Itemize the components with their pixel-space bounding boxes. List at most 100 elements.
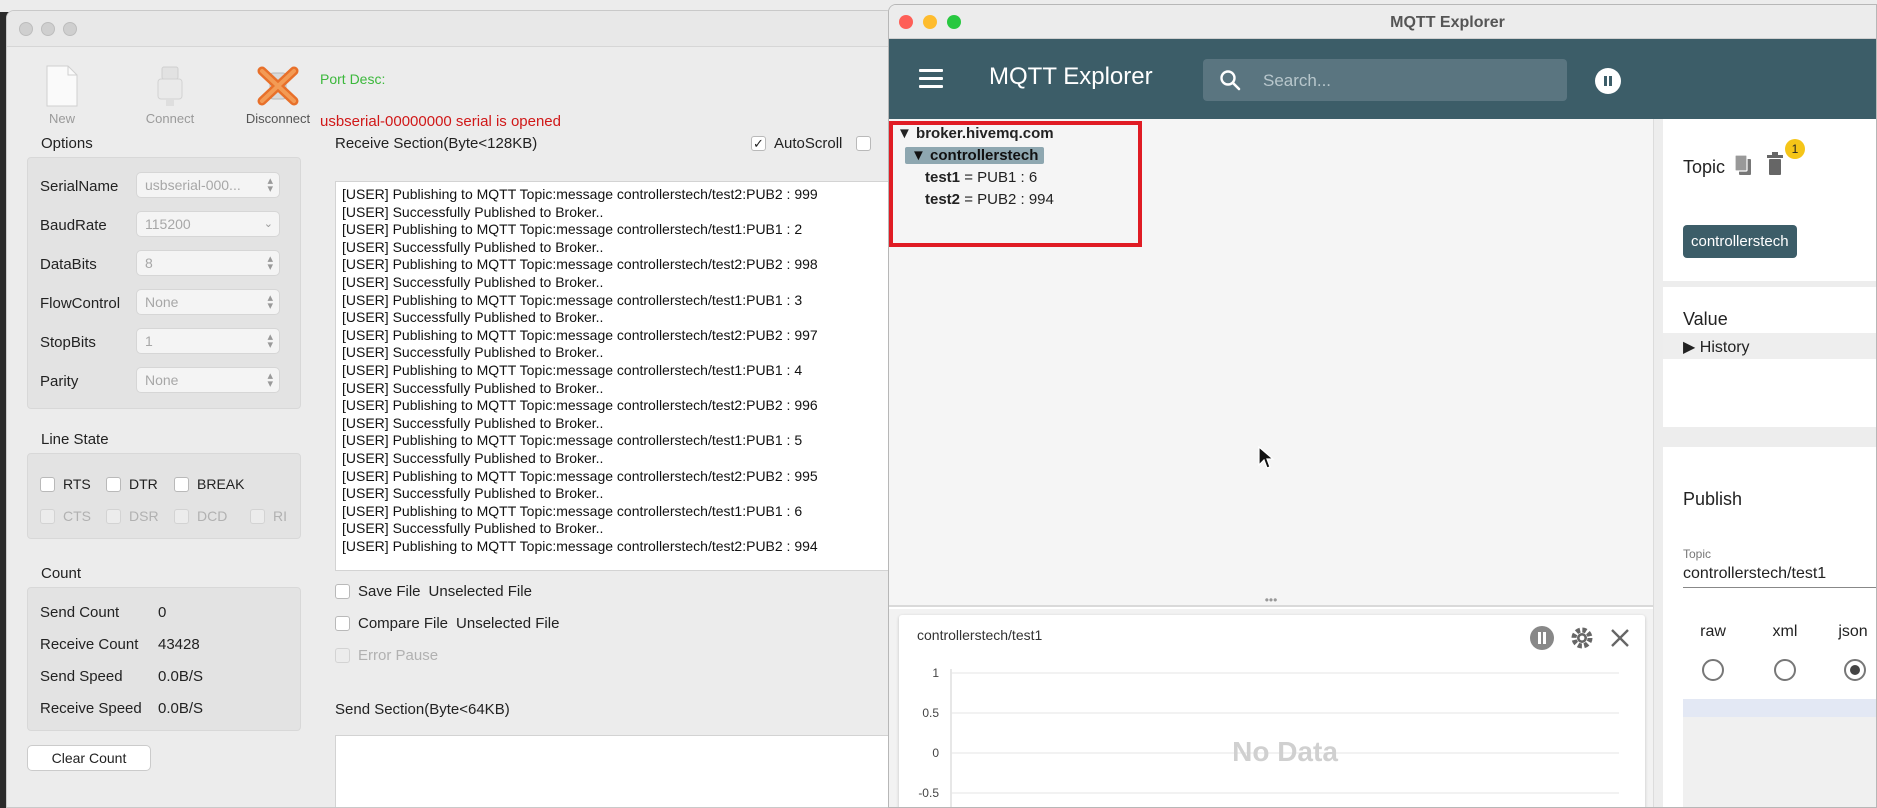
topic-key: test1 xyxy=(925,169,961,186)
log-line: [USER] Successfully Published to Broker.… xyxy=(342,449,604,466)
topic-value: = PUB2 : 994 xyxy=(964,191,1054,208)
ri-label: RI xyxy=(273,508,287,524)
databits-select[interactable]: 8 ▴ ▾ xyxy=(136,250,280,276)
parity-select[interactable]: None ▴ ▾ xyxy=(136,367,280,393)
topic-card: Topic 1 controllerstech xyxy=(1663,119,1876,281)
zoom-window-button[interactable] xyxy=(63,22,77,36)
port-desc-label: Port Desc: xyxy=(320,71,386,87)
pause-icon[interactable] xyxy=(1595,68,1621,94)
send-speed-value: 0.0B/S xyxy=(158,668,204,685)
rts-checkbox[interactable]: RTS xyxy=(40,476,91,492)
no-data-label: No Data xyxy=(1232,736,1338,767)
payload-editor[interactable] xyxy=(1683,699,1876,807)
line-state-panel: RTS DTR BREAK CTS DSR DCD RI xyxy=(27,453,301,539)
copy-icon[interactable] xyxy=(1733,153,1753,177)
send-textarea[interactable] xyxy=(335,735,893,807)
send-section-label: Send Section(Byte<64KB) xyxy=(335,701,510,718)
option-databits: DataBits 8 ▴ ▾ xyxy=(28,250,288,278)
updown-icon: ▴ ▾ xyxy=(267,292,273,312)
topic-chip[interactable]: controllerstech xyxy=(1683,225,1797,258)
log-line: [USER] Successfully Published to Broker.… xyxy=(342,344,604,361)
compare-file-checkbox[interactable]: Compare File Unselected File xyxy=(335,615,559,632)
new-button[interactable]: New xyxy=(27,61,97,126)
options-title: Options xyxy=(41,135,93,152)
autoscroll-checkbox[interactable]: ✓ AutoScroll xyxy=(751,135,872,152)
save-file-checkbox[interactable]: Save File Unselected File xyxy=(335,583,532,600)
dtr-checkbox[interactable]: DTR xyxy=(106,476,158,492)
option-label: StopBits xyxy=(40,334,96,351)
stopbits-value: 1 xyxy=(145,333,153,349)
new-label: New xyxy=(48,111,75,126)
tree-node-test2[interactable]: test2 = PUB2 : 994 xyxy=(925,191,1054,208)
delete-count-badge: 1 xyxy=(1785,139,1805,159)
chart-topic: controllerstech/test1 xyxy=(917,627,1043,643)
option-baudrate: BaudRate 115200 ⌄ xyxy=(28,211,288,239)
tree-node-broker[interactable]: ▼ broker.hivemq.com xyxy=(897,125,1054,142)
receive-speed-value: 0.0B/S xyxy=(158,700,204,717)
selected-topic[interactable]: ▼ controllerstech xyxy=(905,147,1045,164)
clear-count-button[interactable]: Clear Count xyxy=(27,745,151,771)
dsr-label: DSR xyxy=(129,508,159,524)
close-window-button[interactable] xyxy=(19,22,33,36)
history-toggle[interactable]: ▶ History xyxy=(1663,333,1876,359)
serial-status-text: usbserial-00000000 serial is opened xyxy=(320,113,561,130)
flowcontrol-value: None xyxy=(145,294,179,310)
checkbox-box xyxy=(174,508,189,524)
send-count-label: Send Count xyxy=(40,604,120,621)
checkbox-box[interactable] xyxy=(335,584,350,599)
serialname-select[interactable]: usbserial-000... ▴ ▾ xyxy=(136,172,280,198)
tree-node-test1[interactable]: test1 = PUB1 : 6 xyxy=(925,169,1037,186)
updown-icon: ▴ ▾ xyxy=(267,331,273,351)
mouse-cursor-icon xyxy=(1258,445,1275,469)
receive-textarea[interactable]: [USER] Publishing to MQTT Topic:message … xyxy=(335,181,893,571)
checkbox-box[interactable] xyxy=(106,476,121,492)
search-input[interactable]: Search... xyxy=(1203,59,1567,101)
connect-button[interactable]: Connect xyxy=(135,61,205,126)
receive-count-label: Receive Count xyxy=(40,636,139,653)
format-raw-radio[interactable] xyxy=(1702,659,1724,681)
break-checkbox[interactable]: BREAK xyxy=(174,476,244,492)
tree-node-controllerstech[interactable]: ▼ controllerstech xyxy=(905,147,1045,164)
baudrate-select[interactable]: 115200 ⌄ xyxy=(136,211,280,237)
minimize-window-button[interactable] xyxy=(41,22,55,36)
checkbox-box[interactable] xyxy=(40,476,55,492)
flowcontrol-select[interactable]: None ▴ ▾ xyxy=(136,289,280,315)
checkbox-box[interactable] xyxy=(335,616,350,631)
publish-topic-input[interactable]: controllerstech/test1 xyxy=(1683,565,1876,588)
receive-section-label: Receive Section(Byte<128KB) xyxy=(335,135,538,152)
dsr-checkbox: DSR xyxy=(106,508,159,524)
serial-toolbar: New Connect Disconnect xyxy=(27,61,313,126)
serialname-value: usbserial-000... xyxy=(145,177,241,193)
close-icon[interactable] xyxy=(1609,627,1631,649)
stopbits-select[interactable]: 1 ▴ ▾ xyxy=(136,328,280,354)
option-label: Parity xyxy=(40,373,79,390)
format-json-radio[interactable] xyxy=(1844,659,1866,681)
topic-key: test2 xyxy=(925,191,961,208)
pause-icon[interactable] xyxy=(1529,625,1555,651)
send-speed-label: Send Speed xyxy=(40,668,123,685)
dcd-label: DCD xyxy=(197,508,228,524)
trash-icon[interactable] xyxy=(1765,152,1785,176)
log-line: [USER] Publishing to MQTT Topic:message … xyxy=(342,397,818,414)
check-icon[interactable]: ✓ xyxy=(751,136,766,151)
gear-icon[interactable] xyxy=(1569,625,1595,651)
disconnect-button[interactable]: Disconnect xyxy=(243,61,313,126)
chart-card: controllerstech/test1 1 0.5 0 -0.5 No Da… xyxy=(899,615,1645,807)
checkbox-box[interactable] xyxy=(856,136,872,151)
pane-resize-handle[interactable]: ••• xyxy=(889,594,1653,607)
options-panel: SerialName usbserial-000... ▴ ▾ BaudRate 1… xyxy=(27,157,301,409)
cts-checkbox: CTS xyxy=(40,508,91,524)
option-label: BaudRate xyxy=(40,217,107,234)
vertical-resize-handle[interactable] xyxy=(1653,119,1663,807)
hamburger-menu-icon[interactable] xyxy=(919,69,943,93)
count-panel: Send Count 0 Receive Count 43428 Send Spee… xyxy=(27,587,301,731)
checkbox-box[interactable] xyxy=(174,476,189,492)
new-file-icon xyxy=(27,61,97,107)
log-line: [USER] Publishing to MQTT Topic:message … xyxy=(342,537,818,554)
compare-file-label: Compare File xyxy=(358,615,449,632)
log-line: [USER] Publishing to MQTT Topic:message … xyxy=(342,186,818,202)
option-label: SerialName xyxy=(40,178,119,195)
app-bar: MQTT Explorer Search... xyxy=(889,39,1876,119)
format-xml-label: xml xyxy=(1772,623,1798,640)
format-xml-radio[interactable] xyxy=(1774,659,1796,681)
